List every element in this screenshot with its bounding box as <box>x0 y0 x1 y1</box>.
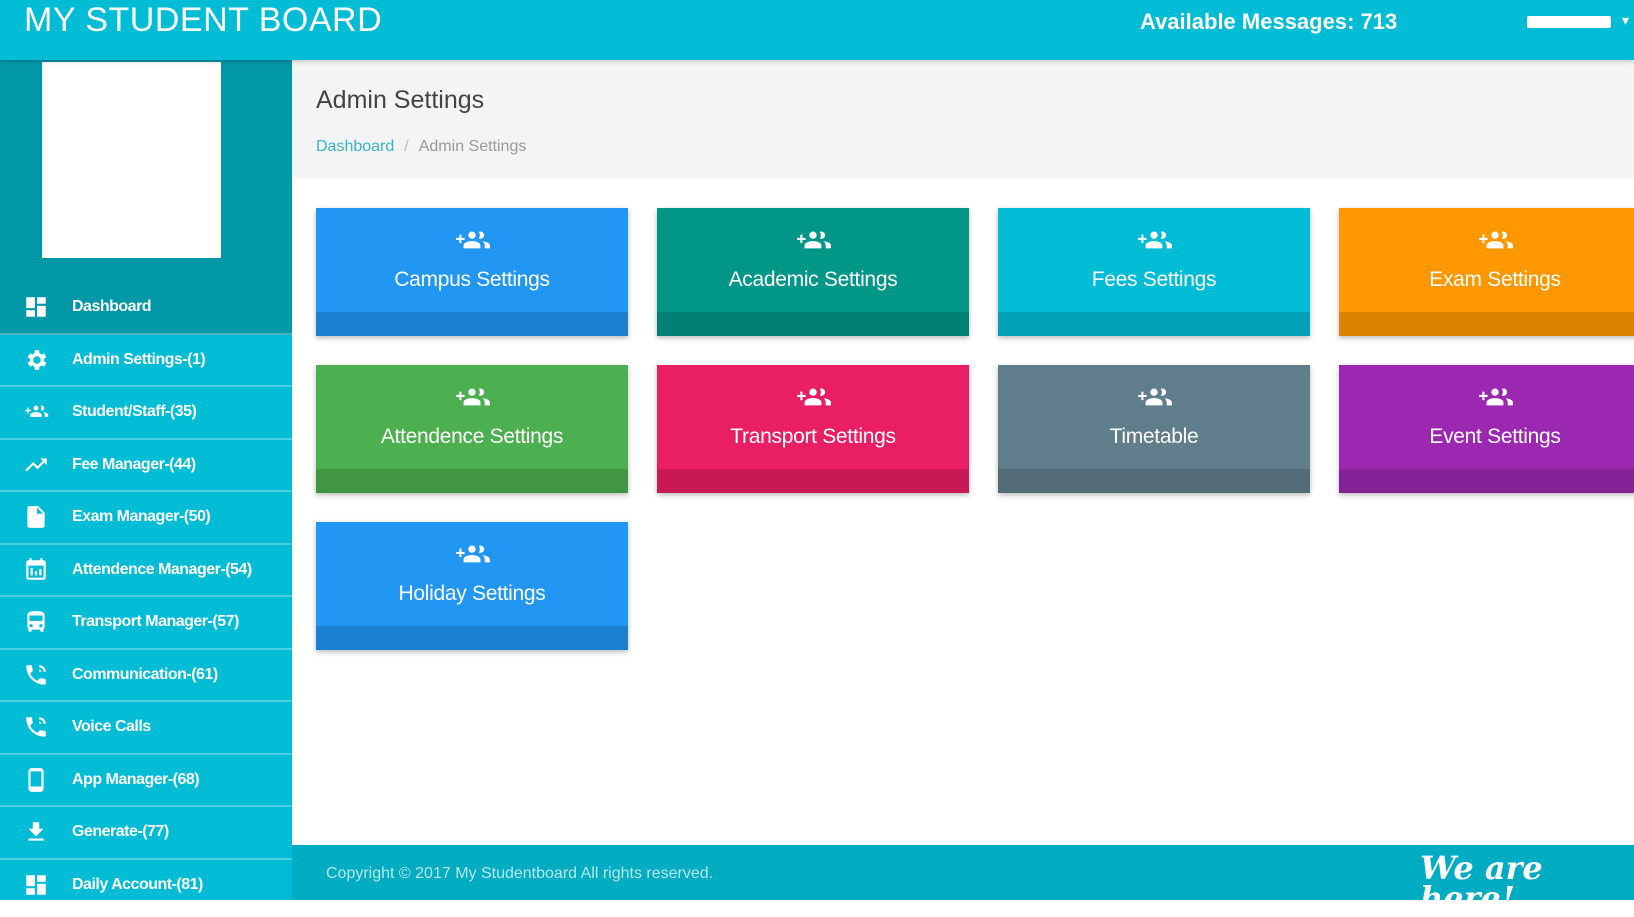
chevron-down-icon[interactable]: ▾ <box>1622 12 1629 29</box>
tile-label: Exam Settings <box>1429 268 1561 291</box>
tile-transport-settings[interactable]: Transport Settings <box>657 365 969 493</box>
trending-up-icon <box>22 451 50 479</box>
sidebar-item-dashboard[interactable]: Dashboard <box>0 282 292 335</box>
sidebar-item-label: Student/Staff-(35) <box>72 403 197 421</box>
tile-fees-settings[interactable]: Fees Settings <box>998 208 1310 336</box>
breadcrumb-dashboard-link[interactable]: Dashboard <box>316 138 394 155</box>
tile-footer <box>316 312 628 336</box>
breadcrumb-separator: / <box>404 138 409 155</box>
sidebar-item-daily-account-81[interactable]: Daily Account-(81) <box>0 860 292 901</box>
sidebar-item-app-manager-68[interactable]: App Manager-(68) <box>0 755 292 807</box>
group-add-icon <box>998 385 1310 411</box>
sidebar-item-exam-manager-50[interactable]: Exam Manager-(50) <box>0 492 292 545</box>
sidebar-item-communication-61[interactable]: Communication-(61) <box>0 650 292 702</box>
group-add-icon <box>316 228 628 254</box>
tile-footer <box>316 626 628 650</box>
phone-icon <box>22 661 50 689</box>
document-icon <box>22 503 50 531</box>
sidebar-item-attendence-manager-54[interactable]: Attendence Manager-(54) <box>0 545 292 597</box>
sidebar-item-label: Transport Manager-(57) <box>72 613 239 631</box>
tile-campus-settings[interactable]: Campus Settings <box>316 208 628 336</box>
tile-footer <box>657 312 969 336</box>
mobile-icon <box>22 766 50 794</box>
sidebar-item-label: Fee Manager-(44) <box>72 455 196 473</box>
tile-timetable[interactable]: Timetable <box>998 365 1310 493</box>
sidebar-item-voice-calls[interactable]: Voice Calls <box>0 702 292 755</box>
tile-label: Attendence Settings <box>380 425 564 448</box>
sidebar-item-generate-77[interactable]: Generate-(77) <box>0 807 292 860</box>
sidebar-item-label: Generate-(77) <box>72 823 169 841</box>
app-title[interactable]: MY STUDENT BOARD <box>24 0 382 40</box>
tile-label: Transport Settings <box>730 425 896 448</box>
calendar-icon <box>22 556 50 584</box>
bus-icon <box>22 608 50 636</box>
sidebar-item-label: Exam Manager-(50) <box>72 508 211 526</box>
group-add-icon <box>998 228 1310 254</box>
tile-label: Timetable <box>1109 425 1199 448</box>
sidebar-item-label: Communication-(61) <box>72 665 218 683</box>
avatar[interactable] <box>42 62 221 258</box>
phone-icon <box>22 713 50 741</box>
sidebar: Dashboard Admin Settings-(1) Student/Staff… <box>0 60 292 900</box>
tile-academic-settings[interactable]: Academic Settings <box>657 208 969 336</box>
sidebar-item-label: Attendence Manager-(54) <box>72 560 252 578</box>
sidebar-item-label: Dashboard <box>72 298 152 316</box>
tile-exam-settings[interactable]: Exam Settings <box>1339 208 1634 336</box>
tile-footer <box>657 469 969 493</box>
tile-footer <box>998 312 1310 336</box>
breadcrumb: Dashboard / Admin Settings <box>316 138 526 156</box>
footer: Copyright © 2017 My Studentboard All rig… <box>292 845 1634 914</box>
main-content: Admin Settings Dashboard / Admin Settings … <box>292 60 1634 900</box>
tile-label: Fees Settings <box>1091 268 1217 291</box>
group-add-icon <box>316 385 628 411</box>
group-add-icon <box>22 398 50 426</box>
tile-attendence-settings[interactable]: Attendence Settings <box>316 365 628 493</box>
breadcrumb-current: Admin Settings <box>418 138 527 155</box>
gear-icon <box>22 346 50 374</box>
group-add-icon <box>657 385 969 411</box>
sidebar-menu: Dashboard Admin Settings-(1) Student/Staff… <box>0 282 292 900</box>
sidebar-item-transport-manager-57[interactable]: Transport Manager-(57) <box>0 597 292 650</box>
group-add-icon <box>657 228 969 254</box>
profile-panel <box>0 60 292 282</box>
sidebar-item-label: Admin Settings-(1) <box>72 350 206 368</box>
group-add-icon <box>1339 228 1634 254</box>
dashboard-icon <box>22 871 50 899</box>
we-are-here-badge[interactable]: We are here! <box>1420 852 1634 914</box>
tile-footer <box>316 469 628 493</box>
group-add-icon <box>1339 385 1634 411</box>
tile-event-settings[interactable]: Event Settings <box>1339 365 1634 493</box>
top-navbar: MY STUDENT BOARD Available Messages: 713… <box>0 0 1634 60</box>
available-messages: Available Messages: 713 <box>1140 9 1398 34</box>
page-title: Admin Settings <box>316 86 485 114</box>
tile-label: Academic Settings <box>728 268 898 291</box>
download-icon <box>22 818 50 846</box>
tile-label: Event Settings <box>1429 425 1561 448</box>
tile-footer <box>998 469 1310 493</box>
sidebar-item-student-staff-35[interactable]: Student/Staff-(35) <box>0 387 292 440</box>
copyright-text: Copyright © 2017 My Studentboard All rig… <box>326 865 714 882</box>
user-menu[interactable] <box>1527 16 1611 28</box>
sidebar-item-admin-settings-1[interactable]: Admin Settings-(1) <box>0 335 292 387</box>
sidebar-item-label: Daily Account-(81) <box>72 875 203 893</box>
dashboard-icon <box>22 293 50 321</box>
tile-holiday-settings[interactable]: Holiday Settings <box>316 522 628 650</box>
tile-label: Holiday Settings <box>398 582 546 605</box>
tile-label: Campus Settings <box>394 268 550 291</box>
sidebar-item-label: App Manager-(68) <box>72 770 200 788</box>
sidebar-item-label: Voice Calls <box>72 718 151 736</box>
sidebar-item-fee-manager-44[interactable]: Fee Manager-(44) <box>0 440 292 492</box>
group-add-icon <box>316 542 628 568</box>
tile-footer <box>1339 469 1634 493</box>
page-header: Admin Settings Dashboard / Admin Settings <box>292 60 1634 178</box>
tile-footer <box>1339 312 1634 336</box>
